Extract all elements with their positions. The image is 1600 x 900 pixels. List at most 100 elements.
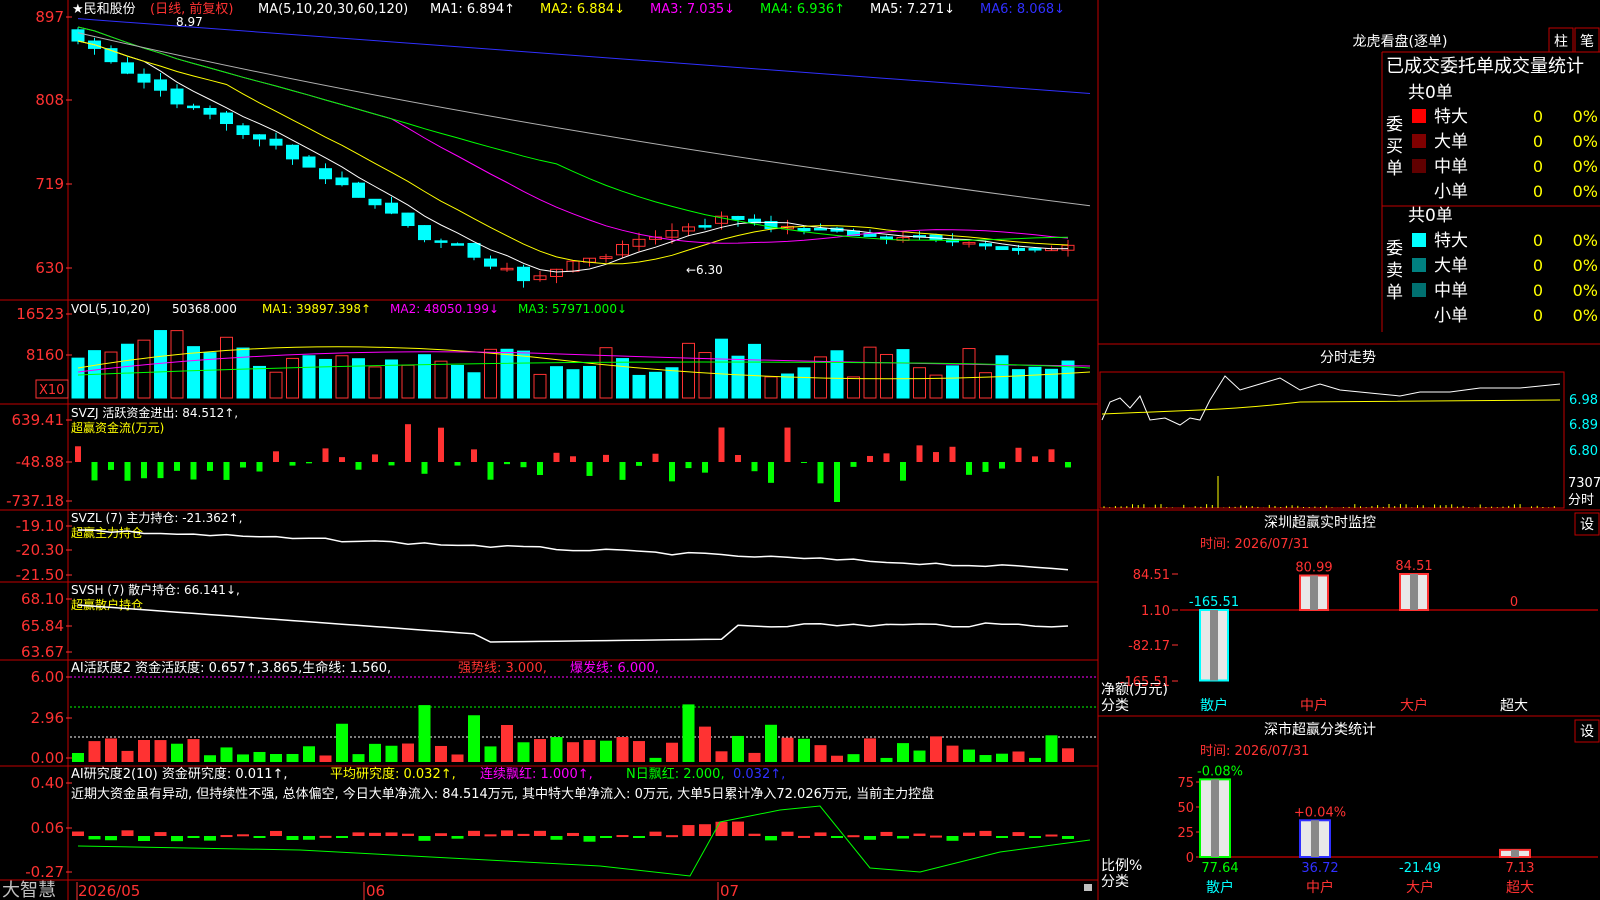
research-bar xyxy=(418,836,431,841)
stock-name[interactable]: ★民和股份 xyxy=(72,2,136,17)
activity-bar xyxy=(303,746,315,762)
candle-body xyxy=(995,246,1009,251)
classify-category: 中户 xyxy=(1306,879,1334,896)
activity-bar xyxy=(979,755,992,762)
flow-bar xyxy=(1015,447,1022,462)
ma-line xyxy=(77,40,1069,273)
flow-bar xyxy=(619,462,626,480)
svsh-tick-label: 68.10 xyxy=(21,590,64,608)
vol-bar xyxy=(649,371,662,399)
research-bar xyxy=(897,836,909,839)
ai2-bars xyxy=(72,805,1091,877)
candle-body xyxy=(352,182,365,198)
vol-bar xyxy=(170,330,184,399)
research-bar xyxy=(814,832,827,836)
svsh-sub: 超赢散户持仓 xyxy=(71,597,143,612)
sell-row-count: 0 xyxy=(1533,231,1543,250)
classify-tick-label: 25 xyxy=(1177,826,1194,841)
svzj-y-axis: 639.41 -48.88 -737.18 xyxy=(6,411,72,510)
candle-body xyxy=(517,266,530,282)
activity-bar xyxy=(204,755,216,762)
activity-bar xyxy=(633,741,645,762)
vol-header: VOL(5,10,20) 50368.000 MA1: 39897.398↑ MA… xyxy=(71,302,627,316)
stock-chart-canvas[interactable]: ★民和股份 (日线, 前复权) MA(5,10,20,30,60,120) MA… xyxy=(0,0,1600,900)
sell-row-pct: 0% xyxy=(1573,231,1598,250)
svzl-line xyxy=(77,529,1069,571)
price-tick-label: 719 xyxy=(35,175,64,193)
research-bar xyxy=(666,835,678,838)
flow-bar xyxy=(520,462,527,468)
sell-side-char: 卖 xyxy=(1386,261,1403,281)
ma-legend-item: MA2: 6.884↓ xyxy=(540,2,625,17)
activity-bar xyxy=(880,757,893,762)
date-label-jun: 06 xyxy=(366,882,385,900)
research-bar xyxy=(138,836,150,842)
activity-bar xyxy=(715,751,728,762)
candle-body xyxy=(236,125,250,136)
classify-delta: +0.04% xyxy=(1294,805,1346,820)
minute-vol-unit: 分时 xyxy=(1568,493,1594,508)
activity-bar xyxy=(567,742,579,762)
research-bar xyxy=(72,831,84,836)
research-bar xyxy=(253,836,266,838)
vol-bar xyxy=(467,372,481,399)
vol-bar xyxy=(880,353,893,399)
buy-row-pct: 0% xyxy=(1573,182,1598,201)
svsh-y-axis: 68.10 65.84 63.67 xyxy=(21,590,72,661)
ai2-tick-label: 0.40 xyxy=(31,774,64,792)
svsh-tick-label: 65.84 xyxy=(21,617,64,635)
svsh-path xyxy=(77,604,1069,643)
activity-bar xyxy=(930,736,942,762)
activity-bar xyxy=(220,747,233,762)
research-bar xyxy=(963,832,975,836)
research-bar xyxy=(121,830,134,836)
vol-bar xyxy=(352,358,365,399)
svzj-sub: 超赢资金流(万元) xyxy=(71,420,164,435)
flow-bar xyxy=(504,462,510,465)
ma-line xyxy=(77,26,1069,244)
activity-bar xyxy=(468,715,480,762)
vol-bar xyxy=(715,338,728,399)
candle-body xyxy=(302,156,316,168)
activity-bar xyxy=(864,738,876,762)
minute-tick-label: 6.98 xyxy=(1569,393,1598,408)
candle-body xyxy=(1012,247,1025,251)
longhu-side-labels: 委买单委卖单 xyxy=(1386,115,1403,303)
activity-bar xyxy=(831,755,843,762)
flow-bar xyxy=(454,462,461,466)
flow-bar xyxy=(372,454,378,462)
research-bar xyxy=(171,836,183,842)
activity-bar xyxy=(336,723,348,762)
classify-value: -21.49 xyxy=(1399,861,1441,876)
research-bar xyxy=(600,836,612,838)
svzj-tick-label: -48.88 xyxy=(16,453,64,471)
activity-bar xyxy=(616,737,629,762)
svzl-sub: 超赢主力持仓 xyxy=(71,525,143,540)
monitor-bar-shade xyxy=(1410,574,1418,610)
sell-row-pct: 0% xyxy=(1573,306,1598,325)
flow-bar xyxy=(256,462,263,472)
flow-bar xyxy=(240,462,246,468)
ma-legend-item: MA5: 7.271↓ xyxy=(870,2,955,17)
vol-bar xyxy=(830,350,844,399)
minute-lines xyxy=(1101,375,1561,508)
research-bar xyxy=(946,836,959,841)
ai1-tick-label: 2.96 xyxy=(31,709,64,727)
sell-row-count: 0 xyxy=(1533,306,1543,325)
monitor-time: 时间: 2026/07/31 xyxy=(1200,537,1309,552)
activity-bar xyxy=(996,753,1008,762)
monitor-category: 散户 xyxy=(1200,697,1228,714)
candle-body xyxy=(698,225,712,228)
flow-bar xyxy=(867,455,873,462)
lock-icon[interactable] xyxy=(1084,884,1092,891)
classify-tick-label: 0 xyxy=(1186,851,1194,866)
ai1-y-axis: 6.00 2.96 0.00 xyxy=(31,668,72,767)
activity-bar xyxy=(517,742,530,762)
price-y-axis: 897 808 719 630 xyxy=(35,8,72,277)
research-bar xyxy=(633,836,645,838)
research-bar xyxy=(451,836,464,839)
vol-bar xyxy=(154,330,167,399)
flow-bar xyxy=(141,462,147,479)
sell-row-count: 0 xyxy=(1533,281,1543,300)
vol-bar xyxy=(104,351,118,399)
